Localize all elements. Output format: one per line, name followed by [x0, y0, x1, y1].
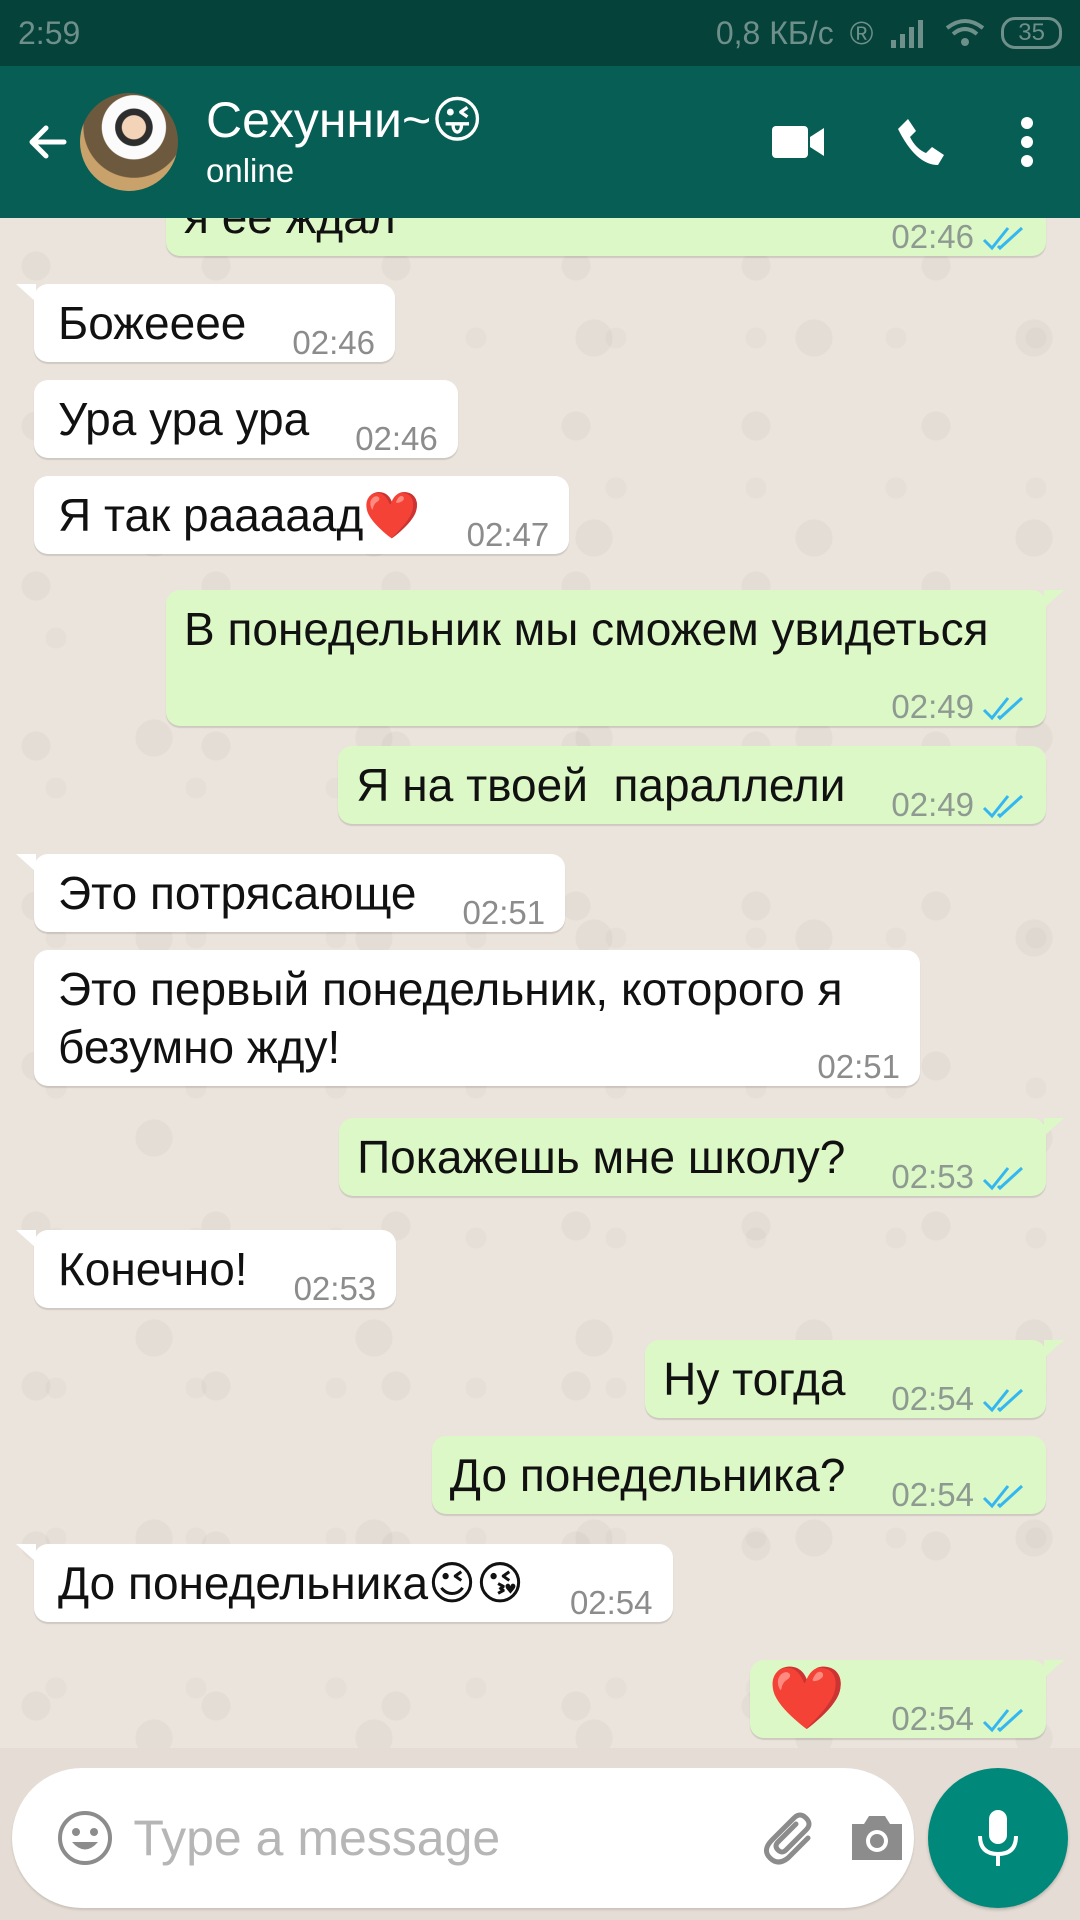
video-camera-icon [772, 126, 824, 158]
message-outgoing[interactable]: До понедельника? 02:54 [431, 1436, 1046, 1514]
message-incoming[interactable]: Это первый понедельник, которого я безум… [34, 950, 920, 1086]
camera-icon [852, 1816, 903, 1860]
message-meta: 02:54 [891, 1370, 1026, 1428]
message-time: 02:51 [462, 894, 546, 931]
message-text: Покажешь мне школу? [357, 1131, 846, 1183]
attach-button[interactable] [753, 1798, 826, 1878]
message-time: 02:53 [891, 1158, 974, 1195]
message-text: До понедельника? [449, 1449, 846, 1501]
message-time: 02:51 [817, 1048, 900, 1085]
message-meta: 02:53 [891, 1148, 1026, 1206]
message-time: 02:54 [891, 1476, 974, 1513]
wifi-icon [946, 19, 985, 46]
message-time: 02:49 [891, 786, 974, 823]
message-meta: 02:49 [891, 776, 1026, 834]
message-time: 02:53 [293, 1270, 377, 1307]
video-call-button[interactable] [754, 97, 844, 187]
more-options-button[interactable] [992, 97, 1062, 187]
message-time: 02:54 [891, 1380, 974, 1417]
message-text: Божееее [58, 297, 247, 349]
back-button[interactable] [18, 112, 78, 172]
double-check-icon [982, 1484, 1024, 1509]
message-text: Ура ура ура [58, 393, 310, 445]
message-text: ❤️ [768, 1664, 846, 1733]
status-bar: 2:59 0,8 КБ/с ® 35 [0, 0, 1080, 66]
message-text: Я так рааааад❤️ [58, 489, 421, 541]
status-indicators: 0,8 КБ/с ® 35 [716, 15, 1062, 52]
message-outgoing[interactable]: Ну тогда 02:54 [645, 1340, 1064, 1418]
double-check-icon [982, 1388, 1024, 1413]
contact-avatar[interactable] [80, 93, 178, 191]
emoji-button[interactable] [48, 1798, 121, 1878]
message-incoming[interactable]: Конечно! 02:53 [15, 1230, 397, 1308]
message-outgoing[interactable]: Я на твоей параллели 02:49 [338, 746, 1046, 824]
smiley-icon [57, 1811, 112, 1865]
message-text: До понедельника😉😘 [58, 1557, 524, 1609]
voice-call-button[interactable] [876, 97, 966, 187]
message-meta: 02:46 [891, 218, 1026, 266]
message-incoming[interactable]: Ура ура ура 02:46 [34, 380, 458, 458]
double-check-icon [982, 1166, 1024, 1191]
message-list[interactable]: я ее ждал 02:46 Божееее 02:46 Ура ура ур… [0, 218, 1080, 1748]
chat-header: Сехунни~😜 online [0, 66, 1080, 218]
battery-indicator: 35 [1001, 17, 1062, 49]
status-time: 2:59 [18, 14, 81, 51]
message-incoming[interactable]: До понедельника😉😘 02:54 [16, 1544, 673, 1622]
message-outgoing[interactable]: я ее ждал 02:46 [166, 218, 1046, 256]
microphone-icon [978, 1810, 1018, 1866]
arrow-left-icon [29, 125, 67, 159]
contact-status: online [206, 152, 295, 189]
contact-info[interactable]: Сехунни~😜 online [206, 91, 483, 193]
message-composer [12, 1768, 914, 1908]
message-text: Это первый понедельник, которого я безум… [58, 963, 856, 1073]
message-text: В понедельник мы сможем увидеться [184, 603, 989, 655]
message-meta: 02:54 [891, 1690, 1026, 1748]
double-check-icon [982, 794, 1024, 819]
network-speed: 0,8 КБ/с [715, 14, 834, 51]
signal-icon [891, 20, 924, 48]
camera-button[interactable] [841, 1798, 914, 1878]
voice-record-button[interactable] [928, 1768, 1068, 1908]
message-incoming[interactable]: Это потрясающе 02:51 [15, 854, 566, 932]
message-time: 02:54 [891, 1700, 974, 1737]
message-time: 02:46 [292, 324, 375, 361]
message-time: 02:46 [355, 420, 438, 457]
message-incoming[interactable]: Я так рааааад❤️ 02:47 [34, 476, 570, 554]
message-text: Это потрясающе [58, 867, 417, 919]
message-text: я ее ждал [184, 218, 396, 243]
contact-name: Сехунни~😜 [206, 92, 484, 148]
paperclip-icon [763, 1812, 812, 1865]
double-check-icon [982, 696, 1024, 721]
message-time: 02:47 [466, 516, 550, 553]
message-text: Конечно! [58, 1243, 248, 1295]
message-time: 02:49 [891, 688, 974, 725]
message-outgoing[interactable]: Покажешь мне школу? 02:53 [339, 1118, 1064, 1196]
registered-icon: ® [849, 14, 874, 51]
message-time: 02:46 [891, 218, 974, 255]
message-input[interactable] [133, 1809, 694, 1867]
double-check-icon [982, 226, 1024, 251]
message-text: Я на твоей параллели [356, 759, 846, 811]
phone-icon [898, 119, 944, 165]
message-outgoing[interactable]: ❤️ 02:54 [750, 1660, 1064, 1738]
message-outgoing[interactable]: В понедельник мы сможем увидеться 02:49 [166, 590, 1064, 726]
message-meta: 02:54 [891, 1466, 1026, 1524]
more-vert-icon [1021, 117, 1033, 167]
header-actions [722, 97, 1080, 187]
double-check-icon [982, 1708, 1024, 1733]
message-text: Ну тогда [663, 1353, 846, 1405]
message-time: 02:54 [569, 1584, 653, 1621]
message-meta: 02:49 [891, 678, 1026, 736]
message-incoming[interactable]: Божееее 02:46 [16, 284, 395, 362]
